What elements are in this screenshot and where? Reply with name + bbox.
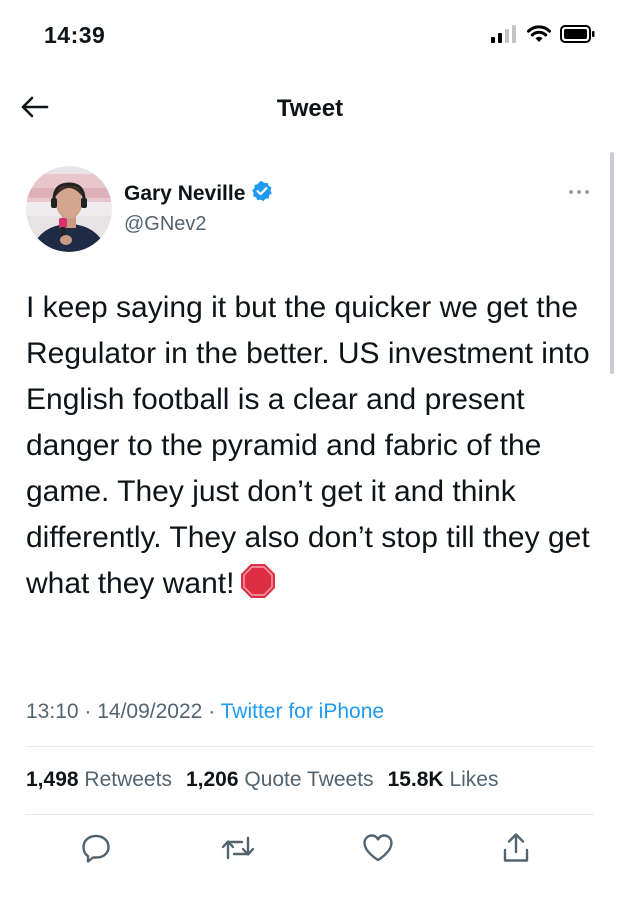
divider (26, 746, 594, 747)
retweet-icon (220, 832, 256, 869)
quotes-count: 1,206 (185, 768, 239, 791)
like-icon (361, 832, 395, 869)
quotes-label: Quote Tweets (244, 768, 374, 791)
tweet-text-content: I keep saying it but the quicker we get … (26, 291, 590, 600)
display-name-text: Gary Neville (124, 182, 246, 205)
wifi-icon (526, 24, 552, 49)
share-icon (500, 831, 532, 870)
quote-tweets-stat[interactable]: 1,206 Quote Tweets (186, 768, 374, 792)
meta-separator: · (84, 700, 98, 723)
meta-separator: · (208, 700, 221, 723)
user-handle[interactable]: @GNev2 (124, 213, 207, 236)
more-dot (577, 190, 581, 194)
avatar[interactable] (26, 166, 112, 252)
tweet-meta: 13:10 · 14/09/2022 · Twitter for iPhone (26, 700, 384, 724)
likes-label: Likes (449, 768, 499, 791)
likes-stat[interactable]: 15.8K Likes (388, 768, 499, 792)
retweets-count: 1,498 (26, 768, 79, 791)
verified-badge-icon (251, 180, 273, 208)
more-options-button[interactable] (562, 182, 596, 202)
status-icons (490, 24, 596, 49)
tweet-source-link[interactable]: Twitter for iPhone (221, 700, 384, 723)
tweet-time: 13:10 (26, 700, 79, 723)
tweet-date: 14/09/2022 (97, 700, 203, 723)
status-time: 14:39 (44, 22, 106, 48)
like-button[interactable] (358, 830, 398, 870)
display-name[interactable]: Gary Neville (124, 180, 273, 208)
page-title: Tweet (276, 95, 344, 122)
stop-sign-icon (240, 563, 276, 613)
retweets-stat[interactable]: 1,498 Retweets (26, 768, 172, 792)
tweet-actions (0, 830, 620, 874)
more-dot (585, 190, 589, 194)
tweet-text: I keep saying it but the quicker we get … (26, 285, 596, 613)
battery-icon (560, 24, 596, 49)
retweets-label: Retweets (84, 768, 172, 791)
retweet-button[interactable] (218, 830, 258, 870)
nav-bar: Tweet (0, 80, 620, 138)
more-dot (569, 190, 573, 194)
tweet-stats: 1,498 Retweets 1,206 Quote Tweets 15.8K … (26, 768, 498, 792)
status-bar: 14:39 (0, 0, 620, 70)
reply-button[interactable] (76, 830, 116, 870)
tweet-author: Gary Neville @GNev2 (26, 166, 596, 256)
reply-icon (80, 832, 112, 869)
divider (26, 814, 594, 815)
share-button[interactable] (496, 830, 536, 870)
likes-count: 15.8K (387, 768, 444, 791)
cellular-signal-icon (490, 24, 518, 49)
scrollbar[interactable] (610, 152, 614, 374)
